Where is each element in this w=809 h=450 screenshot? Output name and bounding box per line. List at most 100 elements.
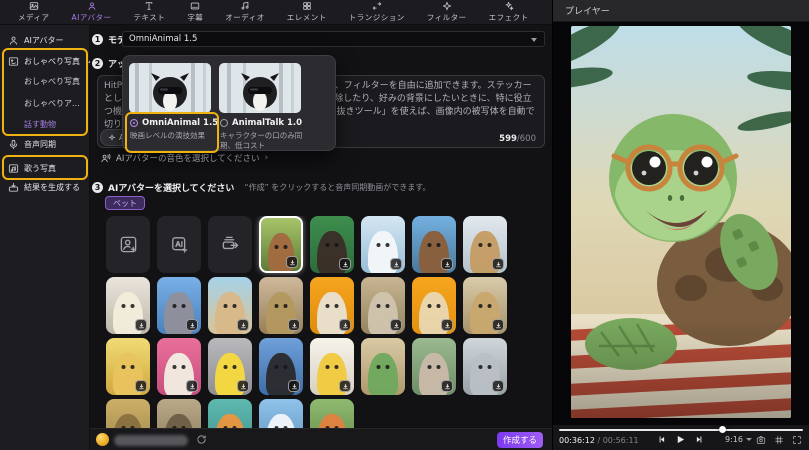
topbar-item-filter[interactable]: フィルター (427, 1, 467, 23)
seek-bar[interactable] (559, 428, 803, 431)
avatar-bushbaby[interactable] (259, 277, 303, 334)
download-icon[interactable] (492, 319, 504, 331)
download-icon[interactable] (492, 258, 504, 270)
avatar-sloth[interactable] (157, 399, 201, 428)
sidebar-item-generate-result[interactable]: 結果を生成する (0, 178, 90, 196)
avatar-seal[interactable] (361, 216, 405, 273)
avatar-gecko[interactable] (106, 277, 150, 334)
avatar-duckling[interactable] (208, 338, 252, 395)
download-icon[interactable] (186, 319, 198, 331)
avatar-sheep[interactable] (310, 277, 354, 334)
sidebar-item-ai-avatar[interactable]: AIアバター (0, 31, 90, 49)
download-icon[interactable] (288, 380, 300, 392)
download-icon[interactable] (339, 258, 351, 270)
import-card[interactable] (208, 216, 252, 273)
avatar-beanie-owl[interactable] (208, 399, 252, 428)
voice-select-row[interactable]: AIアバターの音色を選択してください › (100, 152, 268, 164)
topbar-item-audio[interactable]: オーディオ (225, 1, 264, 23)
topbar-item-label: テキスト (134, 12, 166, 23)
download-icon[interactable] (135, 380, 147, 392)
time-separator: / (595, 436, 603, 445)
video-preview[interactable] (571, 26, 791, 418)
sidebar-item-talking-photo[interactable]: おしゃべり写真 (0, 73, 90, 89)
download-icon[interactable] (339, 319, 351, 331)
option-animaltalk[interactable]: AnimalTalk 1.0 (220, 118, 302, 128)
download-icon[interactable] (441, 258, 453, 270)
play-button[interactable] (675, 434, 686, 445)
topbar-item-transition[interactable]: トランジション (349, 1, 405, 23)
avatar-kitten[interactable] (463, 338, 507, 395)
download-icon[interactable] (237, 319, 249, 331)
category-tag-pet[interactable]: ペット (105, 196, 145, 210)
option-omnianimal[interactable]: OmniAnimal 1.5 (130, 118, 218, 128)
download-icon[interactable] (135, 319, 147, 331)
topbar-item-ai-avatar[interactable]: AIアバター (71, 1, 111, 23)
avatar-bee-hat-cat[interactable] (106, 338, 150, 395)
avatar-orange-cat[interactable] (412, 277, 456, 334)
effect-icon (504, 1, 514, 11)
avatar-turtle[interactable] (361, 338, 405, 395)
download-icon[interactable] (237, 380, 249, 392)
download-icon[interactable] (390, 319, 402, 331)
download-icon[interactable] (441, 319, 453, 331)
download-icon[interactable] (492, 380, 504, 392)
avatar-loris[interactable] (106, 399, 150, 428)
sidebar-item-talking-animal[interactable]: 話す動物 (0, 116, 90, 132)
avatar-subject (113, 414, 143, 428)
avatar-hamster[interactable] (310, 338, 354, 395)
topbar-item-element[interactable]: エレメント (287, 1, 327, 23)
grid-overlay-icon[interactable] (774, 435, 784, 445)
avatar-eyes (386, 304, 390, 308)
sidebar-item-voice-sync[interactable]: 音声同期 (0, 135, 90, 153)
download-icon[interactable] (339, 380, 351, 392)
avatar-cheetah[interactable] (463, 277, 507, 334)
animaltalk-thumbnail[interactable] (219, 63, 301, 113)
avatar-goat[interactable] (361, 277, 405, 334)
avatar-sphynx-cat[interactable] (412, 338, 456, 395)
main-footer-bar: 作成する (90, 428, 552, 450)
ai-generate-card[interactable] (157, 216, 201, 273)
sidebar-group-label: おしゃべり写真 (24, 56, 80, 67)
avatar-fox[interactable] (310, 399, 354, 428)
topbar-item-effect[interactable]: エフェクト (489, 1, 529, 23)
fullscreen-icon[interactable] (792, 435, 802, 445)
add-photo-card[interactable] (106, 216, 150, 273)
download-icon[interactable] (390, 258, 402, 270)
aspect-ratio-select[interactable]: 9:16 (725, 435, 752, 444)
download-icon[interactable] (441, 380, 453, 392)
omnianimal-thumbnail[interactable] (129, 63, 211, 113)
download-icon[interactable] (186, 380, 198, 392)
avatar-beach-cat[interactable] (208, 277, 252, 334)
sidebar-item-singing-photo[interactable]: 歌う写真 (0, 159, 90, 177)
option-desc: キャラクターの口のみ同期、低コスト (220, 131, 306, 150)
avatar-cow[interactable] (259, 216, 303, 273)
topbar-item-media[interactable]: メディア (18, 1, 49, 23)
avatar-white-cat[interactable] (259, 399, 303, 428)
seek-handle[interactable] (719, 426, 726, 433)
download-icon[interactable] (286, 256, 298, 268)
snapshot-icon[interactable] (756, 435, 766, 445)
avatar-bernese-dog[interactable] (259, 338, 303, 395)
create-button[interactable]: 作成する (497, 432, 543, 448)
avatar-grid (106, 216, 526, 428)
next-frame-button[interactable] (695, 435, 704, 444)
step3-header: 3 AIアバターを選択してください “作成” をクリックすると音声同期動画ができ… (92, 181, 430, 194)
topbar-item-label: AIアバター (71, 12, 111, 23)
previous-frame-button[interactable] (657, 435, 666, 444)
avatar-chimpanzee[interactable] (310, 216, 354, 273)
sidebar-item-talking-avatar[interactable]: おしゃべりア... (0, 95, 90, 111)
step3-badge: 3 (92, 182, 103, 193)
topbar-item-subtitle[interactable]: 字幕 (187, 1, 203, 23)
model-dropdown-popup: OmniAnimal 1.5 映画レベルの演技効果 AnimalTalk 1.0… (122, 55, 336, 151)
topbar-item-label: オーディオ (225, 12, 264, 23)
topbar-item-text[interactable]: テキスト (134, 1, 166, 23)
avatar-giraffe[interactable] (463, 216, 507, 273)
avatar-llama[interactable] (157, 338, 201, 395)
sidebar-group-talking-photo[interactable]: おしゃべり写真 (0, 52, 90, 70)
topbar-item-label: 字幕 (187, 12, 203, 23)
model-select-dropdown[interactable]: OmniAnimal 1.5 (122, 31, 545, 47)
avatar-donkey[interactable] (157, 277, 201, 334)
download-icon[interactable] (288, 319, 300, 331)
avatar-capybara[interactable] (412, 216, 456, 273)
refresh-icon[interactable] (196, 434, 207, 445)
